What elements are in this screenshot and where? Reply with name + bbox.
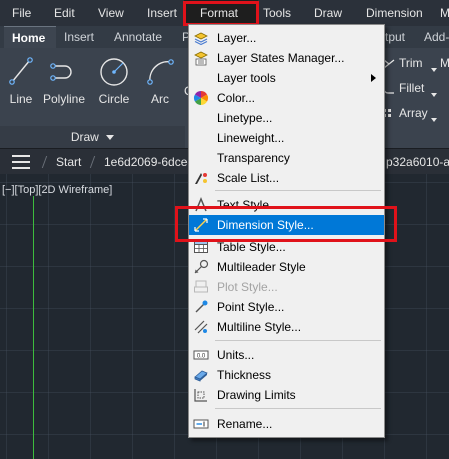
drawing-limits-icon bbox=[194, 389, 207, 402]
menu-item-rename[interactable]: Rename... bbox=[189, 414, 384, 434]
circle-label: Circle bbox=[98, 92, 130, 106]
tab-addins[interactable]: Add- bbox=[424, 26, 449, 48]
menu-item-lineweight[interactable]: Lineweight... bbox=[189, 128, 384, 148]
line-button[interactable]: Line bbox=[4, 48, 38, 118]
array-label: Array bbox=[399, 106, 428, 120]
svg-text:0.0: 0.0 bbox=[197, 354, 206, 360]
menu-draw[interactable]: Draw bbox=[314, 0, 342, 26]
file-tab[interactable]: 1e6d2069-6dce- bbox=[104, 149, 191, 175]
menu-item-drawing-limits[interactable]: Drawing Limits bbox=[189, 385, 384, 405]
tab-insert[interactable]: Insert bbox=[64, 26, 94, 48]
menu-item-label: Layer... bbox=[217, 31, 257, 45]
multiline-style-icon bbox=[194, 320, 208, 334]
menu-tools[interactable]: Tools bbox=[263, 0, 291, 26]
submenu-arrow-icon bbox=[371, 74, 376, 82]
menu-item-multileader-style[interactable]: Multileader Style bbox=[189, 257, 384, 277]
tab-output[interactable]: tput bbox=[385, 26, 405, 48]
menu-item-thickness[interactable]: Thickness bbox=[189, 365, 384, 385]
menu-item-layer-tools[interactable]: Layer tools bbox=[189, 68, 384, 88]
circle-icon bbox=[100, 58, 128, 86]
line-label: Line bbox=[9, 92, 33, 106]
menu-item-multiline-style[interactable]: Multiline Style... bbox=[189, 317, 384, 337]
menu-item-label: Multiline Style... bbox=[217, 320, 302, 334]
color-wheel-icon bbox=[194, 91, 208, 105]
dropdown-arrow-icon[interactable] bbox=[431, 93, 437, 97]
start-tab[interactable]: Start bbox=[56, 149, 81, 175]
menu-item-layer-states-manager[interactable]: Layer States Manager... bbox=[189, 48, 384, 68]
plot-style-icon bbox=[194, 280, 208, 293]
menu-item-point-style[interactable]: Point Style... bbox=[189, 297, 384, 317]
chevron-down-icon bbox=[106, 135, 115, 141]
hamburger-menu-icon[interactable] bbox=[12, 155, 30, 169]
tab-annotate[interactable]: Annotate bbox=[114, 26, 162, 48]
fillet-button[interactable]: Fillet bbox=[382, 81, 424, 95]
menu-item-label: Units... bbox=[217, 348, 255, 362]
layer-states-icon bbox=[194, 51, 208, 66]
arc-label: Arc bbox=[151, 92, 169, 106]
format-menu-highlight-box bbox=[183, 1, 259, 26]
dimension-style-highlight-box bbox=[175, 206, 397, 242]
array-button[interactable]: Array bbox=[382, 106, 428, 120]
trim-button[interactable]: Trim bbox=[382, 56, 423, 70]
menu-item-label: Lineweight... bbox=[217, 131, 285, 145]
menu-item-units[interactable]: 0.0 Units... bbox=[189, 345, 384, 365]
menu-separator bbox=[215, 408, 381, 409]
trim-label: Trim bbox=[399, 56, 423, 70]
menu-view[interactable]: View bbox=[98, 0, 124, 26]
scale-list-icon bbox=[195, 173, 207, 184]
menu-item-label: Plot Style... bbox=[217, 280, 278, 294]
layer-icon bbox=[194, 32, 208, 46]
draw-panel-label: Draw bbox=[70, 130, 99, 144]
menu-item-label: Color... bbox=[217, 91, 256, 105]
menu-edit[interactable]: Edit bbox=[54, 0, 75, 26]
menu-item-label: Rename... bbox=[217, 417, 273, 431]
y-axis-line bbox=[33, 196, 34, 459]
polyline-label: Polyline bbox=[42, 92, 86, 106]
menu-item-label: Point Style... bbox=[217, 300, 285, 314]
menu-file[interactable]: File bbox=[12, 0, 31, 26]
line-icon bbox=[9, 57, 33, 85]
units-icon: 0.0 bbox=[193, 350, 209, 360]
menu-item-label: Transparency bbox=[217, 151, 290, 165]
menu-item-plot-style: Plot Style... bbox=[189, 277, 384, 297]
tab-separator bbox=[89, 156, 96, 168]
polyline-icon bbox=[50, 63, 72, 81]
menu-item-linetype[interactable]: Linetype... bbox=[189, 108, 384, 128]
circle-button[interactable]: Circle bbox=[94, 48, 134, 118]
fillet-label: Fillet bbox=[399, 81, 425, 95]
menu-item-label: Drawing Limits bbox=[217, 388, 296, 402]
dropdown-arrow-icon[interactable] bbox=[431, 118, 437, 122]
ribbon-side-letter: M bbox=[440, 56, 449, 70]
menu-item-transparency[interactable]: Transparency bbox=[189, 148, 384, 168]
menu-item-label: Multileader Style bbox=[217, 260, 306, 274]
arc-button[interactable]: Arc bbox=[142, 48, 178, 118]
menu-dimension[interactable]: Dimension bbox=[366, 0, 423, 26]
menu-insert[interactable]: Insert bbox=[147, 0, 177, 26]
menu-item-scale-list[interactable]: Scale List... bbox=[189, 168, 384, 188]
menu-modify[interactable]: M bbox=[440, 0, 449, 26]
viewport-label[interactable]: [−][Top][2D Wireframe] bbox=[2, 184, 112, 196]
menu-separator bbox=[215, 190, 381, 191]
tab-separator bbox=[41, 156, 48, 168]
menu-separator bbox=[215, 340, 381, 341]
menu-item-label: Thickness bbox=[217, 368, 272, 382]
menu-item-label: Layer States Manager... bbox=[217, 51, 345, 65]
point-style-icon bbox=[195, 300, 208, 313]
menu-item-layer[interactable]: Layer... bbox=[189, 28, 384, 48]
file-tab[interactable]: p32a6010-a5 bbox=[386, 149, 449, 175]
thickness-icon bbox=[194, 370, 208, 382]
menu-item-color[interactable]: Color... bbox=[189, 88, 384, 108]
arc-icon bbox=[147, 59, 174, 85]
multileader-style-icon bbox=[194, 259, 209, 274]
tab-home[interactable]: Home bbox=[4, 26, 56, 48]
draw-panel-title[interactable]: Draw bbox=[0, 126, 185, 148]
menu-item-label: Scale List... bbox=[217, 171, 280, 185]
menu-item-label: Linetype... bbox=[217, 111, 273, 125]
rename-icon bbox=[193, 419, 209, 429]
dropdown-arrow-icon[interactable] bbox=[431, 68, 437, 72]
menu-item-label: Layer tools bbox=[217, 71, 276, 85]
polyline-button[interactable]: Polyline bbox=[40, 48, 88, 118]
